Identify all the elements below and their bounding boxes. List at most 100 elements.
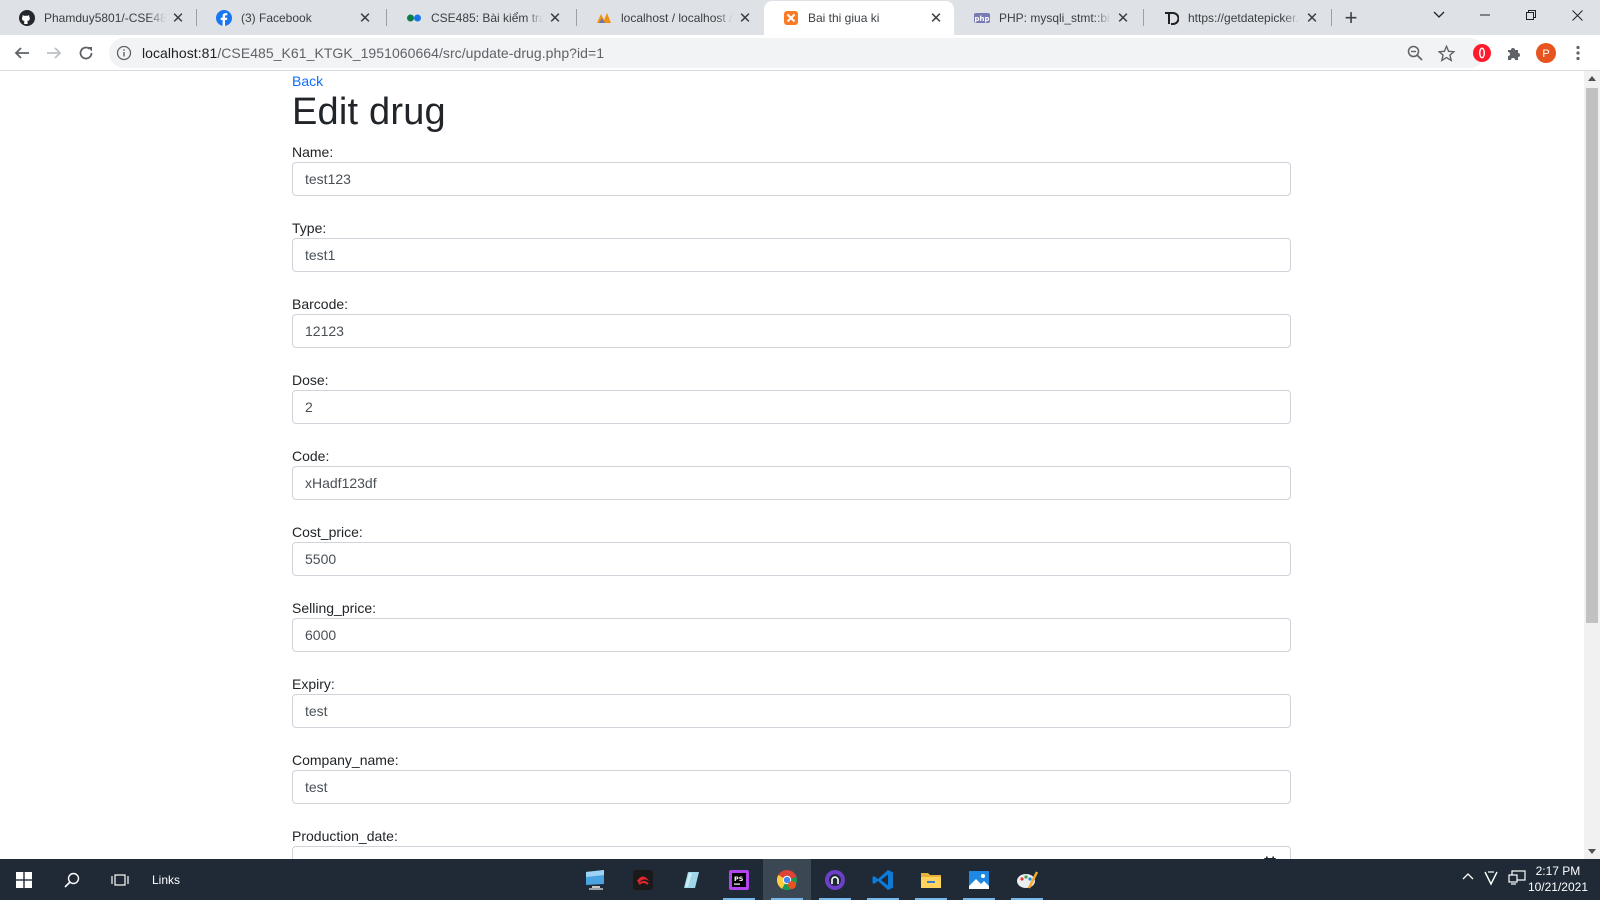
page-scrollbar[interactable] <box>1584 71 1600 859</box>
back-link[interactable]: Back <box>292 73 323 89</box>
chrome-app-icon[interactable] <box>763 859 811 900</box>
profile-avatar[interactable]: P <box>1534 41 1558 65</box>
name-input[interactable]: test123 <box>292 162 1291 196</box>
tab-label: Phamduy5801/-CSE485 <box>44 10 166 25</box>
close-icon[interactable]: ✕ <box>928 10 944 27</box>
facebook-icon <box>216 9 232 26</box>
tab-label: localhost / localhost / q <box>621 10 733 25</box>
garena-app-icon[interactable] <box>619 859 667 900</box>
close-icon[interactable]: ✕ <box>170 10 186 27</box>
tab-search-icon[interactable] <box>1416 0 1462 30</box>
close-icon[interactable]: ✕ <box>1115 10 1131 27</box>
selling-price-field: Selling_price: 6000 <box>292 600 1291 652</box>
scroll-up-arrow-icon[interactable] <box>1588 76 1596 81</box>
tab-separator <box>1331 9 1332 26</box>
paint-app-icon[interactable] <box>1003 859 1051 900</box>
notes-app-icon[interactable] <box>667 859 715 900</box>
extensions-puzzle-icon[interactable] <box>1502 41 1526 65</box>
company-name-field: Company_name: test <box>292 752 1291 804</box>
company-name-label: Company_name: <box>292 752 399 768</box>
scrollbar-thumb[interactable] <box>1586 88 1598 623</box>
close-icon[interactable]: ✕ <box>737 10 753 27</box>
barcode-input[interactable]: 12123 <box>292 314 1291 348</box>
opera-extension-icon[interactable] <box>1470 41 1494 65</box>
expiry-label: Expiry: <box>292 676 335 692</box>
tab-php-docs[interactable]: php PHP: mysqli_stmt::bind_ ✕ <box>955 0 1141 35</box>
address-bar[interactable]: localhost:81/CSE485_K61_KTGK_1951060664/… <box>109 38 1485 68</box>
close-icon[interactable]: ✕ <box>547 10 563 27</box>
tab-classroom[interactable]: CSE485: Bài kiểm tra GK ✕ <box>387 0 573 35</box>
cost-price-field: Cost_price: 5500 <box>292 524 1291 576</box>
production-date-label: Production_date: <box>292 828 398 844</box>
github-desktop-app-icon[interactable] <box>811 859 859 900</box>
production-date-field: Production_date: <box>292 828 1291 859</box>
clock-date: 10/21/2021 <box>1527 880 1588 894</box>
svg-text:PS: PS <box>734 875 744 883</box>
tab-getdatepicker[interactable]: https://getdatepicker.co ✕ <box>1144 0 1330 35</box>
clock-time: 2:17 PM <box>1535 864 1581 878</box>
tab-facebook[interactable]: (3) Facebook ✕ <box>197 0 383 35</box>
browser-menu-icon[interactable] <box>1566 41 1590 65</box>
tab-strip: Phamduy5801/-CSE485 ✕ (3) Facebook ✕ CSE… <box>0 0 1600 35</box>
network-icon[interactable] <box>1508 870 1526 889</box>
datepicker-icon <box>1163 10 1179 26</box>
tab-label: PHP: mysqli_stmt::bind_ <box>999 10 1111 25</box>
cost-price-input[interactable]: 5500 <box>292 542 1291 576</box>
site-info-icon[interactable] <box>116 45 132 61</box>
search-icon[interactable] <box>48 859 96 900</box>
barcode-field: Barcode: 12123 <box>292 296 1291 348</box>
company-name-input[interactable]: test <box>292 770 1291 804</box>
type-field: Type: test1 <box>292 220 1291 272</box>
selling-price-label: Selling_price: <box>292 600 377 616</box>
xampp-icon <box>783 10 799 26</box>
type-label: Type: <box>292 220 327 236</box>
dose-field: Dose: 2 <box>292 372 1291 424</box>
close-icon[interactable]: ✕ <box>1304 10 1320 27</box>
dose-label: Dose: <box>292 372 329 388</box>
task-view-icon[interactable] <box>96 859 144 900</box>
file-explorer-app-icon[interactable] <box>907 859 955 900</box>
svg-text:P: P <box>1542 48 1549 60</box>
expiry-input[interactable]: test <box>292 694 1291 728</box>
barcode-label: Barcode: <box>292 296 349 312</box>
type-input[interactable]: test1 <box>292 238 1291 272</box>
cost-price-label: Cost_price: <box>292 524 363 540</box>
url-text: localhost:81/CSE485_K61_KTGK_1951060664/… <box>142 45 604 61</box>
minimize-icon[interactable] <box>1462 0 1508 30</box>
links-label: Links <box>151 872 180 887</box>
links-toolbar[interactable]: Links <box>146 859 186 900</box>
tab-bai-thi-giua-ki[interactable]: Bai thi giua ki ✕ <box>764 1 954 35</box>
vpn-tray-icon[interactable] <box>1484 870 1498 889</box>
scroll-down-arrow-icon[interactable] <box>1588 849 1596 854</box>
production-date-input[interactable] <box>292 846 1291 859</box>
windows-start-icon[interactable] <box>0 859 48 900</box>
tab-github[interactable]: Phamduy5801/-CSE485 ✕ <box>0 0 196 35</box>
name-label: Name: <box>292 144 334 160</box>
restore-icon[interactable] <box>1508 0 1554 30</box>
back-arrow-icon[interactable] <box>8 39 36 67</box>
photos-app-icon[interactable] <box>955 859 1003 900</box>
phpstorm-app-icon[interactable]: PS <box>715 859 763 900</box>
vscode-app-icon[interactable] <box>859 859 907 900</box>
tab-phpmyadmin[interactable]: localhost / localhost / q ✕ <box>577 0 763 35</box>
svg-text:php: php <box>974 15 989 23</box>
forward-arrow-icon[interactable] <box>40 39 68 67</box>
taskbar-clock[interactable]: 2:17 PM 10/21/2021 <box>1528 863 1588 895</box>
tab-label: Bai thi giua ki <box>808 11 880 25</box>
reload-icon[interactable] <box>72 39 100 67</box>
tray-overflow-chevron-icon[interactable] <box>1462 870 1474 884</box>
expiry-field: Expiry: test <box>292 676 1291 728</box>
selling-price-input[interactable]: 6000 <box>292 618 1291 652</box>
new-tab-button[interactable]: + <box>1339 5 1363 30</box>
close-window-icon[interactable] <box>1554 0 1600 30</box>
dose-input[interactable]: 2 <box>292 390 1291 424</box>
close-icon[interactable]: ✕ <box>357 10 373 27</box>
page-viewport: Back Edit drug Name: test123 Type: test1… <box>0 71 1584 859</box>
github-icon <box>19 9 35 26</box>
bookmark-star-icon[interactable] <box>1437 44 1455 62</box>
zoom-icon[interactable] <box>1406 44 1424 62</box>
tab-label: (3) Facebook <box>241 10 312 25</box>
url-host: localhost:81 <box>142 45 218 61</box>
code-input[interactable]: xHadf123df <box>292 466 1291 500</box>
computer-app-icon[interactable] <box>571 859 619 900</box>
